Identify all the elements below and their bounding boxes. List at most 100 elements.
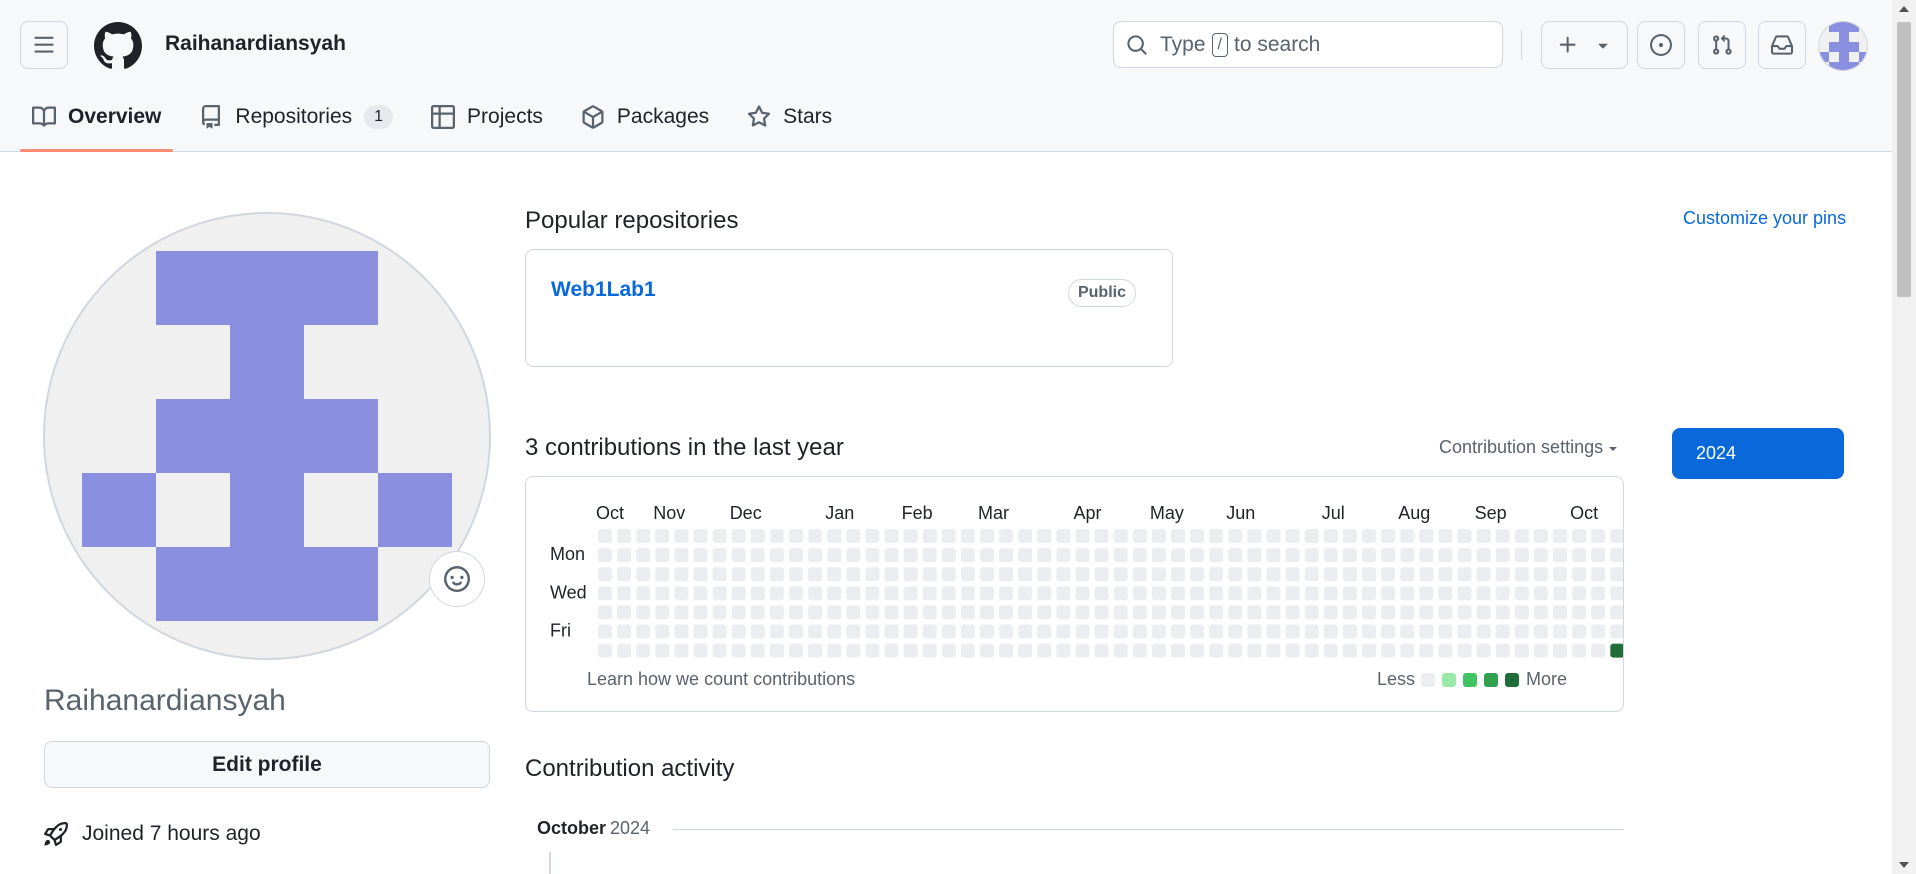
contribution-day-cell[interactable] bbox=[1438, 643, 1453, 658]
contribution-day-cell[interactable] bbox=[1381, 643, 1396, 658]
contribution-day-cell[interactable] bbox=[1476, 605, 1491, 620]
contribution-day-cell[interactable] bbox=[617, 605, 632, 620]
contribution-day-cell[interactable] bbox=[1438, 586, 1453, 601]
contribution-day-cell[interactable] bbox=[980, 529, 994, 543]
contribution-day-cell[interactable] bbox=[1476, 586, 1491, 601]
contribution-day-cell[interactable] bbox=[1094, 529, 1109, 543]
contribution-day-cell[interactable] bbox=[1094, 548, 1109, 563]
contribution-day-cell[interactable] bbox=[903, 529, 918, 543]
contribution-day-cell[interactable] bbox=[1094, 643, 1109, 658]
contribution-day-cell[interactable] bbox=[1018, 624, 1033, 639]
contribution-day-cell[interactable] bbox=[1572, 586, 1587, 601]
contribution-day-cell[interactable] bbox=[1591, 529, 1606, 543]
contribution-day-cell[interactable] bbox=[1400, 548, 1415, 563]
contribution-day-cell[interactable] bbox=[769, 586, 784, 601]
contribution-day-cell[interactable] bbox=[846, 548, 861, 563]
contribution-day-cell[interactable] bbox=[1553, 586, 1567, 601]
contribution-day-cell[interactable] bbox=[1151, 605, 1166, 620]
contribution-day-cell[interactable] bbox=[980, 548, 994, 563]
contribution-day-cell[interactable] bbox=[941, 605, 956, 620]
contribution-day-cell[interactable] bbox=[903, 643, 918, 658]
contribution-day-cell[interactable] bbox=[1572, 548, 1587, 563]
contribution-day-cell[interactable] bbox=[1572, 624, 1587, 639]
contribution-day-cell[interactable] bbox=[1476, 643, 1491, 658]
page-scrollbar[interactable] bbox=[1892, 0, 1916, 874]
contribution-day-cell[interactable] bbox=[903, 605, 918, 620]
contribution-day-cell[interactable] bbox=[1151, 624, 1166, 639]
contribution-day-cell[interactable] bbox=[1228, 567, 1243, 582]
contribution-day-cell[interactable] bbox=[999, 567, 1014, 582]
contribution-day-cell[interactable] bbox=[712, 567, 727, 582]
contribution-day-cell[interactable] bbox=[1419, 605, 1434, 620]
contribution-day-cell[interactable] bbox=[1495, 586, 1510, 601]
contribution-day-cell[interactable] bbox=[1400, 567, 1415, 582]
contribution-day-cell[interactable] bbox=[1132, 643, 1147, 658]
contribution-day-cell[interactable] bbox=[941, 643, 956, 658]
contribution-day-cell[interactable] bbox=[750, 624, 765, 639]
contribution-day-cell[interactable] bbox=[1247, 567, 1262, 582]
contribution-day-cell[interactable] bbox=[674, 586, 689, 601]
contribution-day-cell[interactable] bbox=[1304, 624, 1319, 639]
contribution-day-cell[interactable] bbox=[1018, 529, 1033, 543]
contribution-day-cell[interactable] bbox=[750, 567, 765, 582]
contribution-day-cell[interactable] bbox=[1323, 529, 1338, 543]
contribution-day-cell[interactable] bbox=[980, 605, 994, 620]
contribution-day-cell[interactable] bbox=[960, 605, 975, 620]
contribution-day-cell[interactable] bbox=[1438, 548, 1453, 563]
contribution-day-cell[interactable] bbox=[1591, 586, 1606, 601]
contribution-day-cell[interactable] bbox=[846, 624, 861, 639]
search-input[interactable]: Type / to search bbox=[1113, 21, 1503, 68]
contribution-day-cell[interactable] bbox=[1190, 529, 1205, 543]
contribution-day-cell[interactable] bbox=[1610, 605, 1623, 620]
contribution-day-cell[interactable] bbox=[1362, 567, 1376, 582]
contribution-day-cell[interactable] bbox=[1285, 643, 1300, 658]
contribution-day-cell[interactable] bbox=[1591, 548, 1606, 563]
create-new-button[interactable] bbox=[1541, 21, 1628, 69]
contribution-day-cell[interactable] bbox=[1113, 586, 1128, 601]
contribution-day-cell[interactable] bbox=[731, 624, 746, 639]
contribution-day-cell[interactable] bbox=[1132, 548, 1147, 563]
contribution-day-cell[interactable] bbox=[1381, 605, 1396, 620]
contribution-day-cell[interactable] bbox=[1037, 529, 1052, 543]
contribution-day-cell[interactable] bbox=[1495, 605, 1510, 620]
contribution-day-cell[interactable] bbox=[1209, 567, 1224, 582]
contribution-day-cell[interactable] bbox=[789, 529, 803, 543]
contribution-day-cell[interactable] bbox=[1075, 586, 1090, 601]
contribution-day-cell[interactable] bbox=[1056, 567, 1071, 582]
contribution-day-cell[interactable] bbox=[827, 548, 842, 563]
contribution-day-cell[interactable] bbox=[1228, 605, 1243, 620]
contribution-day-cell[interactable] bbox=[1209, 624, 1224, 639]
contribution-day-cell[interactable] bbox=[1362, 529, 1376, 543]
contribution-day-cell[interactable] bbox=[617, 548, 632, 563]
contribution-day-cell[interactable] bbox=[827, 624, 842, 639]
contribution-day-cell[interactable] bbox=[636, 605, 651, 620]
contribution-day-cell[interactable] bbox=[674, 643, 689, 658]
contribution-day-cell[interactable] bbox=[1400, 586, 1415, 601]
contribution-day-cell[interactable] bbox=[1094, 567, 1109, 582]
contribution-day-cell[interactable] bbox=[1381, 567, 1396, 582]
contribution-day-cell[interactable] bbox=[827, 605, 842, 620]
contribution-day-cell[interactable] bbox=[1075, 529, 1090, 543]
contribution-day-cell[interactable] bbox=[750, 548, 765, 563]
contribution-day-cell[interactable] bbox=[1056, 624, 1071, 639]
contribution-settings-button[interactable]: Contribution settings bbox=[1439, 437, 1621, 458]
contribution-day-cell[interactable] bbox=[1362, 548, 1376, 563]
contribution-day-cell[interactable] bbox=[1572, 567, 1587, 582]
issues-button[interactable] bbox=[1637, 21, 1685, 69]
contribution-day-cell[interactable] bbox=[636, 624, 651, 639]
contribution-day-cell[interactable] bbox=[1495, 643, 1510, 658]
contribution-day-cell[interactable] bbox=[1591, 624, 1606, 639]
contribution-day-cell[interactable] bbox=[884, 567, 899, 582]
contribution-day-cell[interactable] bbox=[1323, 605, 1338, 620]
contribution-day-cell[interactable] bbox=[1591, 567, 1606, 582]
contribution-day-cell[interactable] bbox=[1457, 586, 1472, 601]
contribution-day-cell[interactable] bbox=[1572, 643, 1587, 658]
contribution-day-cell[interactable] bbox=[960, 643, 975, 658]
contribution-day-cell[interactable] bbox=[903, 624, 918, 639]
contribution-day-cell[interactable] bbox=[598, 529, 612, 543]
year-2024-button[interactable]: 2024 bbox=[1672, 428, 1844, 479]
contribution-day-cell[interactable] bbox=[769, 567, 784, 582]
contribution-day-cell[interactable] bbox=[789, 605, 803, 620]
contribution-day-cell[interactable] bbox=[1075, 605, 1090, 620]
contribution-day-cell[interactable] bbox=[769, 643, 784, 658]
